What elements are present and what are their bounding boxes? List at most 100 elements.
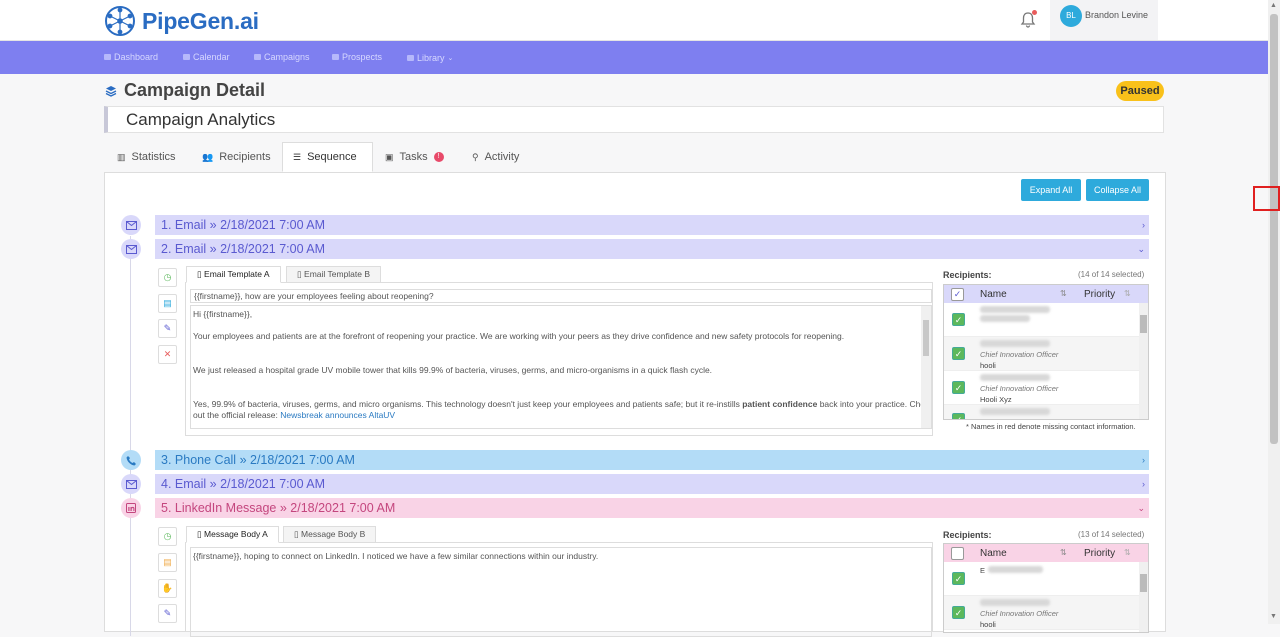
sort-icon[interactable]: ⇅: [1060, 548, 1067, 557]
step-2-email-icon: [121, 239, 141, 259]
tab-sequence[interactable]: ☰ Sequence: [282, 142, 373, 172]
step-num: 4.: [161, 477, 172, 491]
page-scroll-thumb[interactable]: [1270, 14, 1278, 444]
hand-button[interactable]: ✋: [158, 579, 177, 598]
col-priority[interactable]: Priority: [1084, 548, 1115, 559]
step-date: 2/18/2021 7:00 AM: [290, 501, 396, 515]
row-checkbox[interactable]: ✓: [952, 313, 965, 326]
step-5-header[interactable]: 5. LinkedIn Message » 2/18/2021 7:00 AM ⌄: [155, 498, 1149, 518]
tab-message-body-b[interactable]: ▯ Message Body B: [283, 526, 377, 543]
edit-button[interactable]: ✎: [158, 319, 177, 338]
clock-icon: ◷: [163, 272, 172, 282]
stats-button[interactable]: ▤: [158, 553, 177, 572]
table-row[interactable]: ✓ Chief Innovation Officer hooli: [944, 596, 1140, 630]
sort-icon[interactable]: ⇅: [1124, 548, 1131, 557]
select-all-checkbox[interactable]: ✓: [951, 288, 964, 301]
blurred-name: [980, 315, 1030, 322]
tab-email-template-b[interactable]: ▯ Email Template B: [286, 266, 382, 283]
scroll-thumb[interactable]: [1140, 315, 1147, 333]
step-date: 2/18/2021 7:00 AM: [220, 218, 326, 232]
row-company: hooli: [980, 361, 996, 370]
table-row[interactable]: ✓ Chief Innovation Officer hooli: [944, 337, 1140, 371]
sort-icon[interactable]: ⇅: [1124, 289, 1131, 298]
logo[interactable]: PipeGen.ai: [104, 5, 259, 37]
tab-label: Recipients: [219, 151, 271, 163]
nav-campaigns[interactable]: Campaigns: [254, 52, 310, 62]
col-priority[interactable]: Priority: [1084, 289, 1115, 300]
collapse-all-button[interactable]: Collapse All: [1086, 179, 1149, 201]
row-company: Hooli Xyz: [980, 395, 1012, 404]
row-checkbox[interactable]: ✓: [952, 606, 965, 619]
page-scrollbar[interactable]: ▲ ▼: [1268, 0, 1280, 624]
tab-tasks[interactable]: ▣ Tasks!: [375, 142, 454, 172]
table-row[interactable]: ✓ E: [944, 562, 1140, 596]
body-line: Yes, 99.9% of bacteria, viruses, germs, …: [193, 399, 932, 409]
step-1-header[interactable]: 1. Email » 2/18/2021 7:00 AM ›: [155, 215, 1149, 235]
calendar-icon: [183, 54, 190, 60]
sort-icon[interactable]: ⇅: [1060, 289, 1067, 298]
step-4-header[interactable]: 4. Email » 2/18/2021 7:00 AM ›: [155, 474, 1149, 494]
nav-label: Dashboard: [114, 52, 159, 62]
scroll-down-icon[interactable]: ▼: [1270, 613, 1277, 620]
tab-statistics[interactable]: ▥ Statistics: [107, 142, 186, 172]
scroll-thumb[interactable]: [923, 320, 929, 356]
row-checkbox[interactable]: ✓: [952, 572, 965, 585]
tab-label: Email Template A: [204, 269, 270, 279]
nav-prospects[interactable]: Prospects: [332, 52, 382, 62]
nav-calendar[interactable]: Calendar: [183, 52, 230, 62]
edit-button[interactable]: ✎: [158, 604, 177, 623]
body-scrollbar[interactable]: [921, 306, 931, 428]
tab-label: Sequence: [307, 151, 357, 163]
document-icon: ▯: [197, 269, 205, 279]
table-row[interactable]: ✓ Chief Innovation Officer Hooli Xyz: [944, 371, 1140, 405]
select-all-checkbox[interactable]: [951, 547, 964, 560]
recipients-label: Recipients:: [943, 270, 992, 280]
campaign-name-field[interactable]: Campaign Analytics: [104, 106, 1164, 133]
body-line: We just released a hospital grade UV mob…: [193, 365, 713, 375]
nav-dashboard[interactable]: Dashboard: [104, 52, 158, 62]
step-3-header[interactable]: 3. Phone Call » 2/18/2021 7:00 AM ›: [155, 450, 1149, 470]
step-type: Email: [174, 218, 207, 232]
tasks-badge: !: [433, 152, 444, 162]
col-name[interactable]: Name: [980, 548, 1007, 559]
stats-button[interactable]: ▤: [158, 294, 177, 313]
email-body-field[interactable]: Hi {{firstname}}, Your employees and pat…: [190, 305, 932, 429]
chevron-down-icon: ⌄: [1137, 503, 1145, 513]
subject-field[interactable]: {{firstname}}, how are your employees fe…: [190, 289, 932, 303]
nav-library[interactable]: Library ⌄: [407, 53, 453, 63]
table-row[interactable]: ✓: [944, 405, 1140, 419]
recipients-count: (13 of 14 selected): [1078, 530, 1145, 539]
clock-icon: ◷: [163, 531, 172, 541]
release-link[interactable]: Newsbreak announces AltaUV: [280, 410, 395, 420]
schedule-button[interactable]: ◷: [158, 268, 177, 287]
expand-all-button[interactable]: Expand All: [1021, 179, 1081, 201]
tab-email-template-a[interactable]: ▯ Email Template A: [186, 266, 281, 283]
tab-activity[interactable]: ⚲ Activity: [462, 142, 529, 172]
user-menu[interactable]: BL Brandon Levine: [1050, 0, 1158, 40]
recipients-scrollbar[interactable]: [1139, 303, 1148, 419]
campaign-name: Campaign Analytics: [126, 110, 276, 129]
notifications-button[interactable]: [1020, 10, 1037, 31]
delete-button[interactable]: ✕: [158, 345, 177, 364]
col-name[interactable]: Name: [980, 289, 1007, 300]
highlight-marker: [1253, 186, 1280, 211]
step-4-email-icon: [121, 474, 141, 494]
scroll-thumb[interactable]: [1140, 574, 1147, 592]
row-checkbox[interactable]: ✓: [952, 347, 965, 360]
step-2-header[interactable]: 2. Email » 2/18/2021 7:00 AM ⌄: [155, 239, 1149, 259]
tab-message-body-a[interactable]: ▯ Message Body A: [186, 526, 279, 543]
body-text: back into your practice. Check: [819, 399, 932, 409]
step-num: 2.: [161, 242, 172, 256]
document-icon: ▯: [197, 529, 205, 539]
user-name: Brandon Levine: [1085, 10, 1149, 20]
recipients-scrollbar[interactable]: [1139, 562, 1148, 632]
table-row[interactable]: ✓: [944, 303, 1140, 337]
step-type: Email: [174, 477, 207, 491]
main-nav: Dashboard Calendar Campaigns Prospects L…: [0, 41, 1268, 74]
row-checkbox[interactable]: ✓: [952, 381, 965, 394]
row-checkbox[interactable]: ✓: [952, 413, 965, 419]
tab-recipients[interactable]: 👥 Recipients: [192, 142, 281, 172]
schedule-button[interactable]: ◷: [158, 527, 177, 546]
layers-icon: [254, 54, 261, 60]
scroll-up-icon[interactable]: ▲: [1270, 2, 1277, 9]
